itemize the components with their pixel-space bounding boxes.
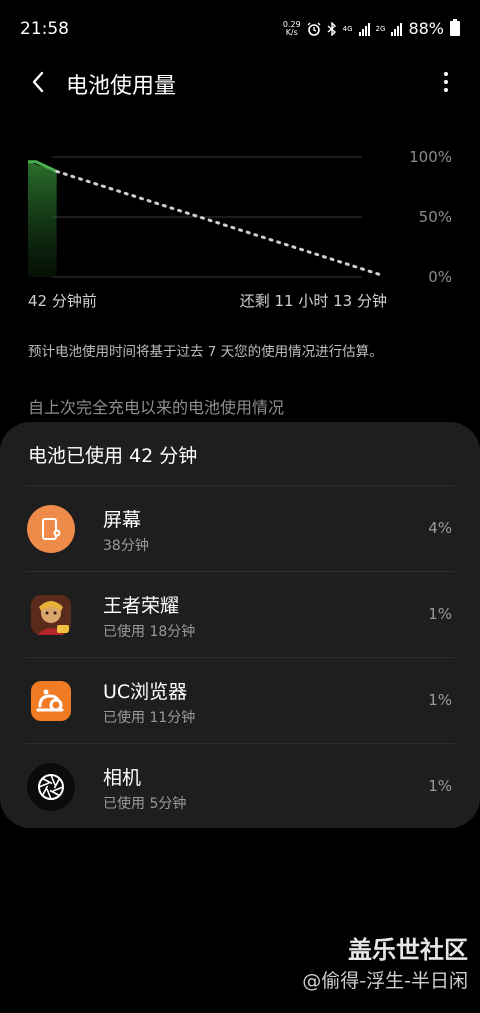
app-usage-time: 已使用 11分钟 — [103, 710, 196, 726]
row-divider — [26, 657, 454, 658]
battery-icon — [450, 19, 460, 36]
app-row-game[interactable]: 王者荣耀 已使用 18分钟 1% — [0, 571, 480, 656]
battery-usage-screen: 21:58 0.29 K/s 4G 2G 88% 电池使用量 100% 50% … — [0, 0, 480, 1013]
section-title: 自上次完全充电以来的电池使用情况 — [28, 398, 285, 417]
watermark-user: @偷得-浮生-半日闲 — [302, 970, 468, 992]
alarm-icon — [307, 22, 321, 36]
app-name: 王者荣耀 — [103, 595, 180, 617]
app-name: UC浏览器 — [103, 681, 188, 703]
chart-series-projected-line — [55, 169, 382, 277]
app-percent: 4% — [428, 519, 452, 537]
uc-browser-icon — [31, 681, 71, 721]
app-row-screen[interactable]: 屏幕 38分钟 4% — [0, 485, 480, 570]
camera-icon — [27, 763, 75, 811]
battery-chart-svg — [28, 156, 382, 278]
app-name: 相机 — [103, 767, 142, 789]
game-icon — [31, 595, 71, 635]
estimate-note: 预计电池使用时间将基于过去 7 天您的使用情况进行估算。 — [28, 344, 383, 360]
chart-y-tick-label: 0% — [428, 268, 452, 286]
chart-y-tick-label: 50% — [418, 208, 452, 226]
battery-chart: 100% 50% 0% 42 分钟前 还剩 11 小时 13 分钟 — [0, 140, 480, 320]
signal-icon-2 — [391, 22, 403, 36]
chevron-left-icon — [32, 71, 44, 93]
back-button[interactable] — [22, 66, 54, 98]
app-row-uc-browser[interactable]: UC浏览器 已使用 11分钟 1% — [0, 657, 480, 742]
app-row-camera[interactable]: 相机 已使用 5分钟 1% — [0, 743, 480, 828]
network-type-1: 4G — [342, 24, 353, 33]
network-type-2: 2G — [375, 24, 386, 33]
app-usage-time: 已使用 5分钟 — [103, 796, 187, 812]
row-divider — [26, 571, 454, 572]
battery-percent: 88% — [408, 19, 444, 38]
screen-icon — [27, 505, 75, 553]
app-percent: 1% — [428, 605, 452, 623]
row-divider — [26, 485, 454, 486]
net-speed-unit: K/s — [285, 27, 298, 37]
status-time: 21:58 — [20, 19, 69, 39]
usage-summary: 电池已使用 42 分钟 — [28, 445, 198, 467]
app-percent: 1% — [428, 777, 452, 795]
more-dot — [444, 88, 448, 92]
app-usage-time: 已使用 18分钟 — [103, 624, 196, 640]
chart-used-area — [28, 161, 57, 277]
app-bar: 电池使用量 — [0, 58, 480, 106]
bluetooth-icon — [327, 21, 336, 36]
status-bar: 21:58 0.29 K/s 4G 2G 88% — [0, 0, 480, 58]
chart-y-tick-label: 100% — [409, 148, 452, 166]
usage-card: 电池已使用 42 分钟 屏幕 38分钟 4% 王者荣耀 已使用 18分钟 1% … — [0, 422, 480, 828]
more-options-button[interactable] — [434, 66, 458, 98]
row-divider — [26, 743, 454, 744]
app-usage-time: 38分钟 — [103, 538, 149, 554]
watermark-logo: 盖乐世社区 — [348, 936, 468, 964]
status-icons: 0.29 K/s 4G 2G 88% — [283, 19, 460, 38]
more-dot — [444, 80, 448, 84]
page-title: 电池使用量 — [66, 74, 177, 99]
signal-icon — [358, 22, 370, 36]
more-dot — [444, 72, 448, 76]
app-percent: 1% — [428, 691, 452, 709]
app-name: 屏幕 — [103, 509, 142, 531]
chart-x-end-label: 还剩 11 小时 13 分钟 — [239, 292, 387, 310]
chart-x-start-label: 42 分钟前 — [28, 292, 97, 310]
net-speed: 0.29 K/s — [283, 20, 301, 37]
